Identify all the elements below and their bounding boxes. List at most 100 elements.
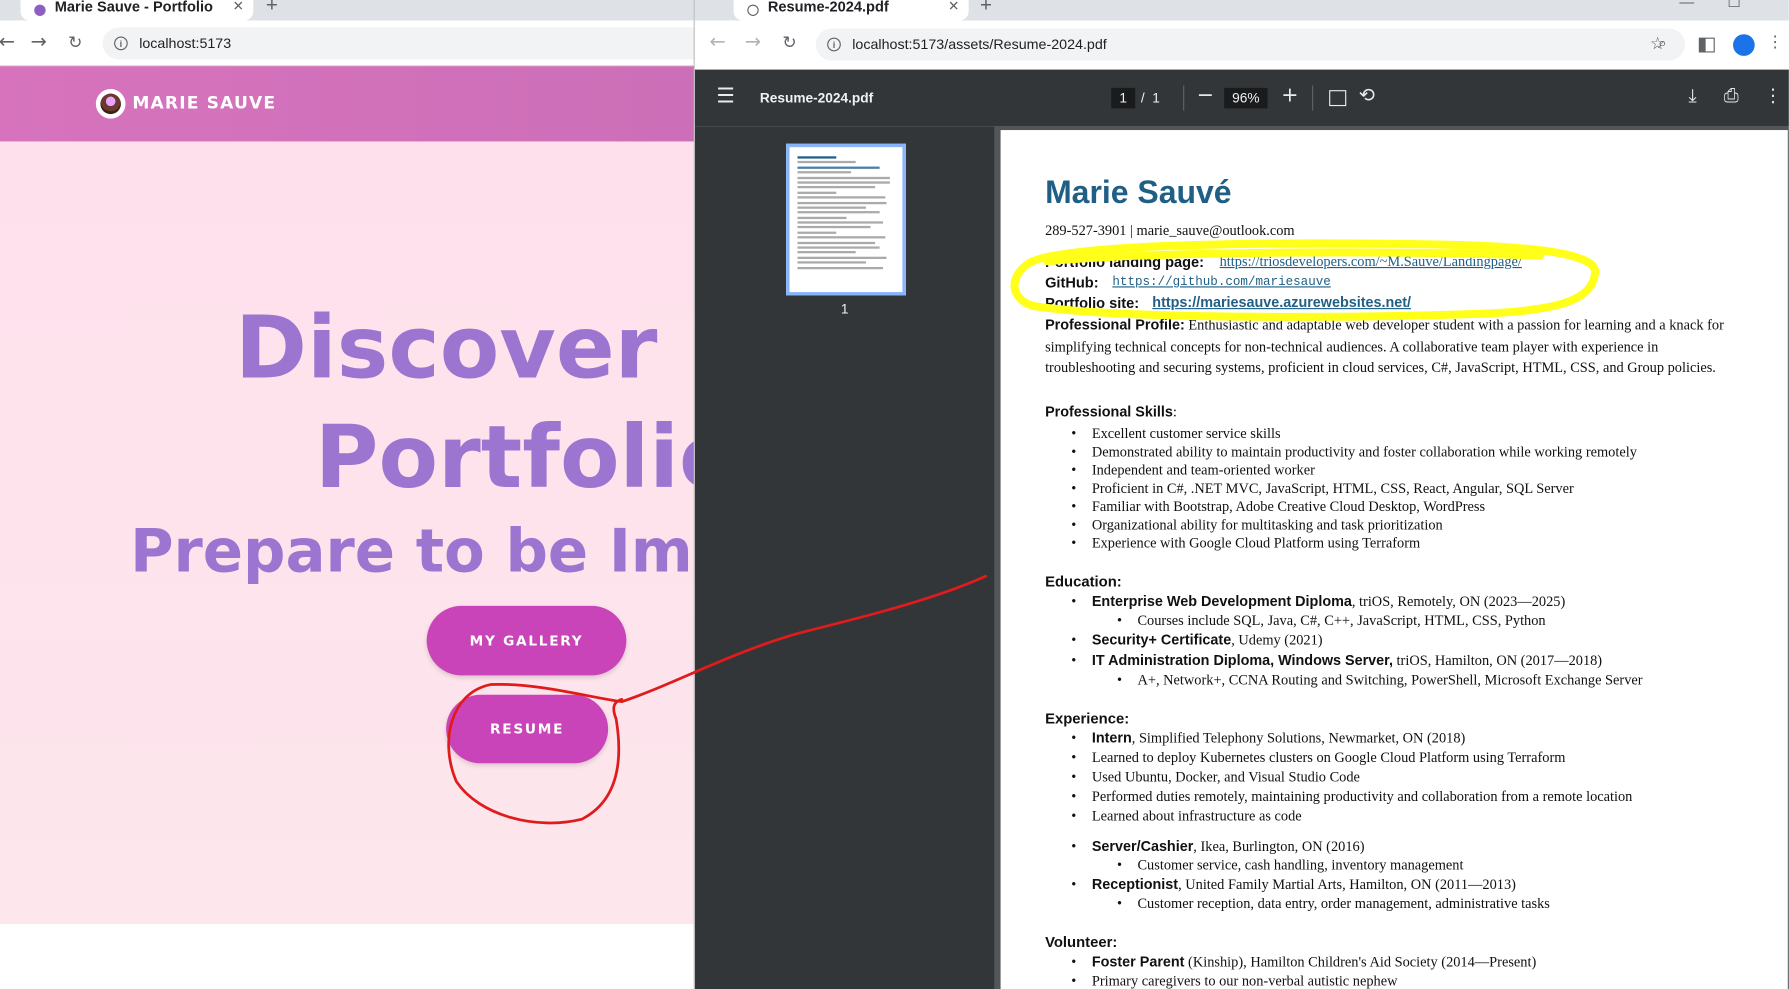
resume-button[interactable]: RESUME <box>446 694 609 764</box>
education-item: Enterprise Web Development Diploma, triO… <box>1071 593 1565 610</box>
portfolio-site-link[interactable]: https://mariesauve.azurewebsites.net/ <box>1152 294 1411 310</box>
experience-detail: Learned to deploy Kubernetes clusters on… <box>1071 750 1565 767</box>
hero-title-line2: Portfolio <box>314 406 699 508</box>
back-icon[interactable]: ← <box>706 31 729 54</box>
page-below-hero <box>0 924 699 989</box>
skill-item: Demonstrated ability to maintain product… <box>1071 444 1637 461</box>
education-item: Security+ Certificate, Udemy (2021) <box>1071 632 1322 649</box>
avatar-logo[interactable] <box>95 88 126 119</box>
more-actions-icon[interactable]: ⋮ <box>1764 84 1782 106</box>
experience-detail: Performed duties remotely, maintaining p… <box>1071 788 1632 805</box>
portfolio-browser-window: ˅ Marie Sauve - Portfolio ✕ + ← → ↻ i lo… <box>0 0 699 989</box>
hamburger-menu-icon[interactable]: ☰ <box>716 84 734 108</box>
url-text: localhost:5173 <box>139 35 232 52</box>
site-header: MARIE SAUVE <box>0 66 699 142</box>
my-gallery-button[interactable]: MY GALLERY <box>426 605 627 676</box>
resume-name: Marie Sauvé <box>1045 174 1232 210</box>
experience-item: Receptionist, United Family Martial Arts… <box>1071 876 1516 893</box>
minimize-icon[interactable]: — <box>1679 0 1694 10</box>
side-panel-icon[interactable] <box>1698 37 1715 53</box>
site-info-icon[interactable]: i <box>827 37 841 52</box>
reload-icon[interactable]: ↻ <box>64 32 87 53</box>
education-subitem: Courses include SQL, Java, C#, C++, Java… <box>1117 613 1546 630</box>
toolbar-divider <box>1312 85 1314 111</box>
hero-subtitle: Prepare to be Imp <box>130 517 699 587</box>
skill-item: Experience with Google Cloud Platform us… <box>1071 535 1420 552</box>
profile-avatar-icon[interactable] <box>1733 34 1755 56</box>
new-tab-icon[interactable]: + <box>266 0 278 17</box>
volunteer-item: Foster Parent (Kinship), Hamilton Childr… <box>1071 954 1536 971</box>
volunteer-heading: Volunteer: <box>1045 933 1118 951</box>
page-thumbnail[interactable] <box>786 143 906 296</box>
fit-to-page-icon[interactable] <box>1329 90 1347 107</box>
experience-detail: Used Ubuntu, Docker, and Visual Studio C… <box>1071 769 1360 786</box>
skill-item: Excellent customer service skills <box>1071 426 1280 443</box>
rotate-icon[interactable]: ⟲ <box>1359 84 1375 107</box>
tab-search-icon[interactable]: ˅ <box>0 0 16 13</box>
reload-icon[interactable]: ↻ <box>778 32 801 53</box>
experience-item: Intern, Simplified Telephony Solutions, … <box>1071 730 1465 747</box>
address-bar[interactable]: i localhost:5173 <box>102 27 699 60</box>
toolbar: ← → ↻ i localhost:5173/assets/Resume-202… <box>694 20 1789 70</box>
bookmark-star-icon[interactable]: ☆ <box>1646 33 1669 54</box>
education-heading: Education: <box>1045 572 1122 590</box>
new-tab-icon[interactable]: + <box>980 0 992 17</box>
resume-contact: 289-527-3901 | marie_sauve@outlook.com <box>1045 222 1295 239</box>
pdf-browser-window: ˅ Resume-2024.pdf ✕ + — ☐ ← → ↻ i localh… <box>694 0 1789 989</box>
zoom-out-icon[interactable]: − <box>1197 83 1214 107</box>
portfolio-landing-link[interactable]: https://triosdevelopers.com/~M.Sauve/Lan… <box>1220 253 1522 270</box>
download-icon[interactable]: ⤓ <box>1689 84 1697 107</box>
toolbar: ← → ↻ i localhost:5173 <box>0 20 699 67</box>
experience-detail: Learned about infrastructure as code <box>1071 808 1301 825</box>
zoom-in-icon[interactable]: + <box>1281 83 1298 107</box>
skill-item: Familiar with Bootstrap, Adobe Creative … <box>1071 499 1485 516</box>
menu-kebab-icon[interactable]: ⋮ <box>1764 33 1787 51</box>
tab-search-icon[interactable]: ˅ <box>704 0 727 13</box>
thumbnail-page-label: 1 <box>840 301 849 318</box>
experience-item: Server/Cashier, Ikea, Burlington, ON (20… <box>1071 839 1364 856</box>
brand-name[interactable]: MARIE SAUVE <box>132 92 276 113</box>
tab-title: Marie Sauve - Portfolio <box>54 0 213 15</box>
portfolio-landing-label: Portfolio landing page: <box>1045 253 1205 271</box>
github-label: GitHub: <box>1045 273 1099 291</box>
tab-portfolio[interactable]: Marie Sauve - Portfolio ✕ <box>20 0 254 21</box>
experience-subitem: Customer service, cash handling, invento… <box>1117 857 1464 874</box>
tab-strip: ˅ Marie Sauve - Portfolio ✕ + <box>0 0 699 21</box>
volunteer-detail: Primary caregivers to our non-verbal aut… <box>1071 973 1397 989</box>
forward-icon[interactable]: → <box>742 31 765 54</box>
site-favicon-icon <box>34 4 46 16</box>
close-tab-icon[interactable]: ✕ <box>948 0 959 14</box>
toolbar-divider <box>1183 85 1185 111</box>
tab-pdf[interactable]: Resume-2024.pdf ✕ <box>733 0 969 21</box>
education-subitem: A+, Network+, CCNA Routing and Switching… <box>1117 672 1643 689</box>
skill-item: Proficient in C#, .NET MVC, JavaScript, … <box>1071 480 1573 497</box>
close-tab-icon[interactable]: ✕ <box>233 0 244 14</box>
skill-item: Organizational ability for multitasking … <box>1071 517 1442 534</box>
url-text: localhost:5173/assets/Resume-2024.pdf <box>852 36 1107 53</box>
maximize-icon[interactable]: ☐ <box>1727 0 1740 11</box>
zoom-input[interactable]: 96% <box>1224 87 1268 109</box>
github-link[interactable]: https://github.com/mariesauve <box>1112 276 1330 290</box>
pdf-page: Marie Sauvé 289-527-3901 | marie_sauve@o… <box>1000 130 1788 989</box>
page-total: 1 <box>1152 90 1160 107</box>
globe-icon <box>747 4 759 16</box>
tab-strip: ˅ Resume-2024.pdf ✕ + — ☐ <box>694 0 1789 21</box>
pdf-toolbar: ☰ Resume-2024.pdf 1 / 1 − 96% + ⟲ ⤓ ⎙ ⋮ <box>694 69 1789 127</box>
print-icon[interactable]: ⎙ <box>1724 84 1739 107</box>
pdf-title: Resume-2024.pdf <box>759 90 874 107</box>
address-bar[interactable]: i localhost:5173/assets/Resume-2024.pdf … <box>815 28 1686 61</box>
profile-label: Professional Profile: <box>1045 317 1185 334</box>
pdf-viewer: Marie Sauvé 289-527-3901 | marie_sauve@o… <box>994 126 1789 989</box>
back-icon[interactable]: ← <box>0 31 18 54</box>
page-separator: / <box>1140 90 1145 107</box>
experience-heading: Experience: <box>1045 709 1130 727</box>
site-info-icon[interactable]: i <box>114 36 128 51</box>
page-number-input[interactable]: 1 <box>1111 87 1136 109</box>
forward-icon[interactable]: → <box>27 31 50 54</box>
education-item: IT Administration Diploma, Windows Serve… <box>1071 653 1602 670</box>
hero-section: Discover M Portfolio Prepare to be Imp M… <box>0 141 699 925</box>
hero-title-line1: Discover M <box>235 296 698 399</box>
pdf-thumbnail-sidebar: 1 <box>694 126 995 989</box>
skill-item: Independent and team-oriented worker <box>1071 462 1315 479</box>
skills-heading: Professional Skills: <box>1045 403 1177 420</box>
